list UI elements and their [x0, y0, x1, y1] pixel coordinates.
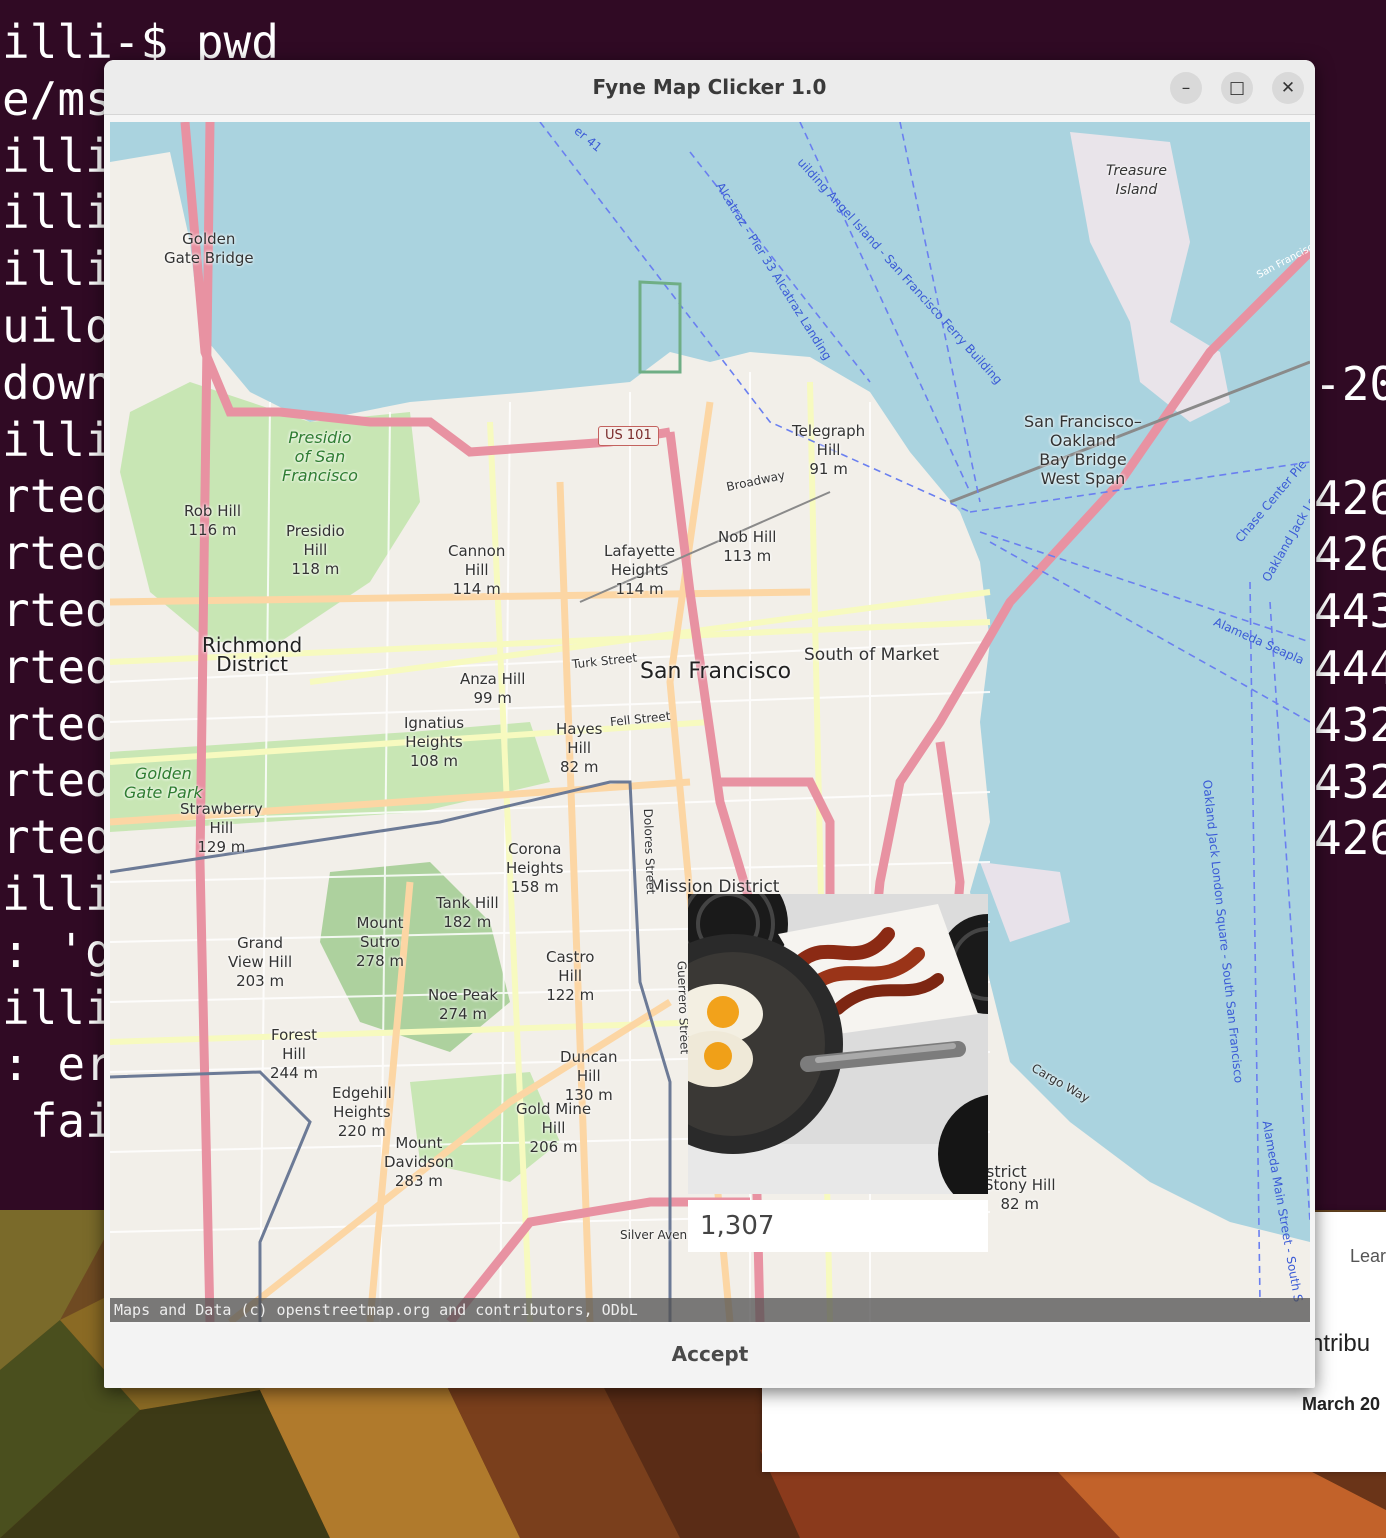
coordinate-field: 1,307 — [688, 1200, 988, 1252]
map-attribution: Maps and Data (c) openstreetmap.org and … — [110, 1298, 1310, 1322]
accept-button[interactable]: Accept — [110, 1324, 1310, 1384]
terminal-line-right: -20 — [1314, 357, 1386, 411]
label-treasure-island: Treasure Island — [1106, 163, 1167, 198]
label-richmond-district: Richmond District — [202, 633, 303, 676]
label-forest-hill: Forest Hill 244 m — [270, 1026, 319, 1082]
label-strawberry-hill: Strawberry Hill 129 m — [180, 800, 263, 856]
terminal-line: illi — [2, 185, 113, 240]
label-golden-gate-bridge: Golden Gate Bridge — [164, 230, 254, 267]
terminal-line: illi — [2, 412, 113, 467]
label-telegraph-hill: Telegraph Hill 91 m — [792, 422, 866, 478]
breakfast-photo — [688, 894, 988, 1194]
terminal-line: illi — [2, 242, 113, 297]
label-silver-avenue: Silver Avenu — [620, 1228, 695, 1242]
label-mount-davidson: Mount Davidson 283 m — [384, 1134, 454, 1190]
label-nob-hill: Nob Hill 113 m — [718, 528, 777, 565]
label-tank-hill: Tank Hill 182 m — [436, 894, 499, 931]
terminal-line-right: 432 — [1314, 698, 1386, 752]
label-corona-heights: Corona Heights 158 m — [506, 840, 564, 896]
window-title: Fyne Map Clicker 1.0 — [592, 75, 827, 99]
terminal-line-right: 426 — [1314, 811, 1386, 865]
label-noe-peak: Noe Peak 274 m — [428, 986, 499, 1023]
label-san-francisco: San Francisco — [640, 659, 792, 684]
label-south-of-market: South of Market — [804, 645, 940, 665]
learn-link[interactable]: Lear — [1350, 1246, 1386, 1267]
maximize-button[interactable]: □ — [1221, 72, 1253, 104]
terminal-line: illi — [2, 980, 113, 1035]
terminal-line: rted — [2, 526, 113, 581]
label-district: strict — [986, 1162, 1027, 1181]
terminal-line-right: 443 — [1314, 584, 1386, 638]
terminal-line: : er — [2, 1037, 113, 1092]
contributions-heading: ntribu — [1310, 1330, 1371, 1357]
label-castro-hill: Castro Hill 122 m — [546, 948, 595, 1004]
pier-area — [980, 862, 1070, 942]
label-cannon-hill: Cannon Hill 114 m — [448, 542, 506, 598]
terminal-line-right: 432 — [1314, 755, 1386, 809]
label-presidio-hill: Presidio Hill 118 m — [286, 522, 345, 578]
close-button[interactable]: ✕ — [1272, 72, 1304, 104]
label-us101-shield: US 101 — [598, 426, 659, 446]
label-hayes-hill: Hayes Hill 82 m — [556, 720, 603, 776]
label-duncan-hill: Duncan Hill 130 m — [560, 1048, 618, 1104]
label-gold-mine-hill: Gold Mine Hill 206 m — [516, 1100, 592, 1156]
label-ignatius-heights: Ignatius Heights 108 m — [404, 714, 465, 770]
label-lafayette-heights: Lafayette Heights 114 m — [604, 542, 676, 598]
date-label: March 20 — [1302, 1394, 1381, 1414]
terminal-line: rted — [2, 639, 113, 694]
label-golden-gate-park: Golden Gate Park — [124, 764, 203, 802]
terminal-line: down — [2, 355, 113, 410]
popup-photo — [688, 894, 988, 1194]
terminal-line: rted — [2, 583, 113, 637]
title-bar[interactable]: Fyne Map Clicker 1.0 – □ ✕ — [104, 60, 1315, 115]
map-view[interactable]: Golden Gate Bridge Treasure Island Presi… — [110, 122, 1310, 1322]
terminal-line-right: 444 — [1314, 641, 1386, 695]
label-grand-view-hill: Grand View Hill 203 m — [228, 934, 293, 990]
terminal-line: e/ms — [2, 71, 113, 126]
minimize-button[interactable]: – — [1170, 72, 1202, 104]
label-rob-hill: Rob Hill 116 m — [184, 502, 241, 539]
label-presidio: Presidio of San Francisco — [282, 428, 358, 485]
terminal-line: rted — [2, 696, 113, 751]
map-clicker-window: Fyne Map Clicker 1.0 – □ ✕ Golden Gate B… — [104, 60, 1315, 1388]
terminal-line: rted — [2, 753, 113, 808]
terminal-line: uild — [2, 299, 113, 353]
terminal-line-right: 426 — [1314, 471, 1386, 525]
terminal-line: : 'g — [2, 923, 113, 978]
label-dolores-street: Dolores Street — [640, 808, 658, 895]
terminal-line: illi — [2, 128, 113, 183]
label-stony-hill: Stony Hill 82 m — [984, 1176, 1056, 1213]
label-edgehill-heights: Edgehill Heights 220 m — [332, 1084, 392, 1140]
terminal-line: fai — [2, 1094, 113, 1149]
terminal-line: rted — [2, 469, 113, 524]
terminal-line-right: 426 — [1314, 527, 1386, 581]
label-mount-sutro: Mount Sutro 278 m — [356, 914, 405, 970]
label-bay-bridge: San Francisco– Oakland Bay Bridge West S… — [1024, 412, 1142, 488]
label-anza-hill: Anza Hill 99 m — [460, 670, 526, 707]
terminal-line: illi — [2, 867, 113, 921]
terminal-line: rted — [2, 810, 113, 865]
